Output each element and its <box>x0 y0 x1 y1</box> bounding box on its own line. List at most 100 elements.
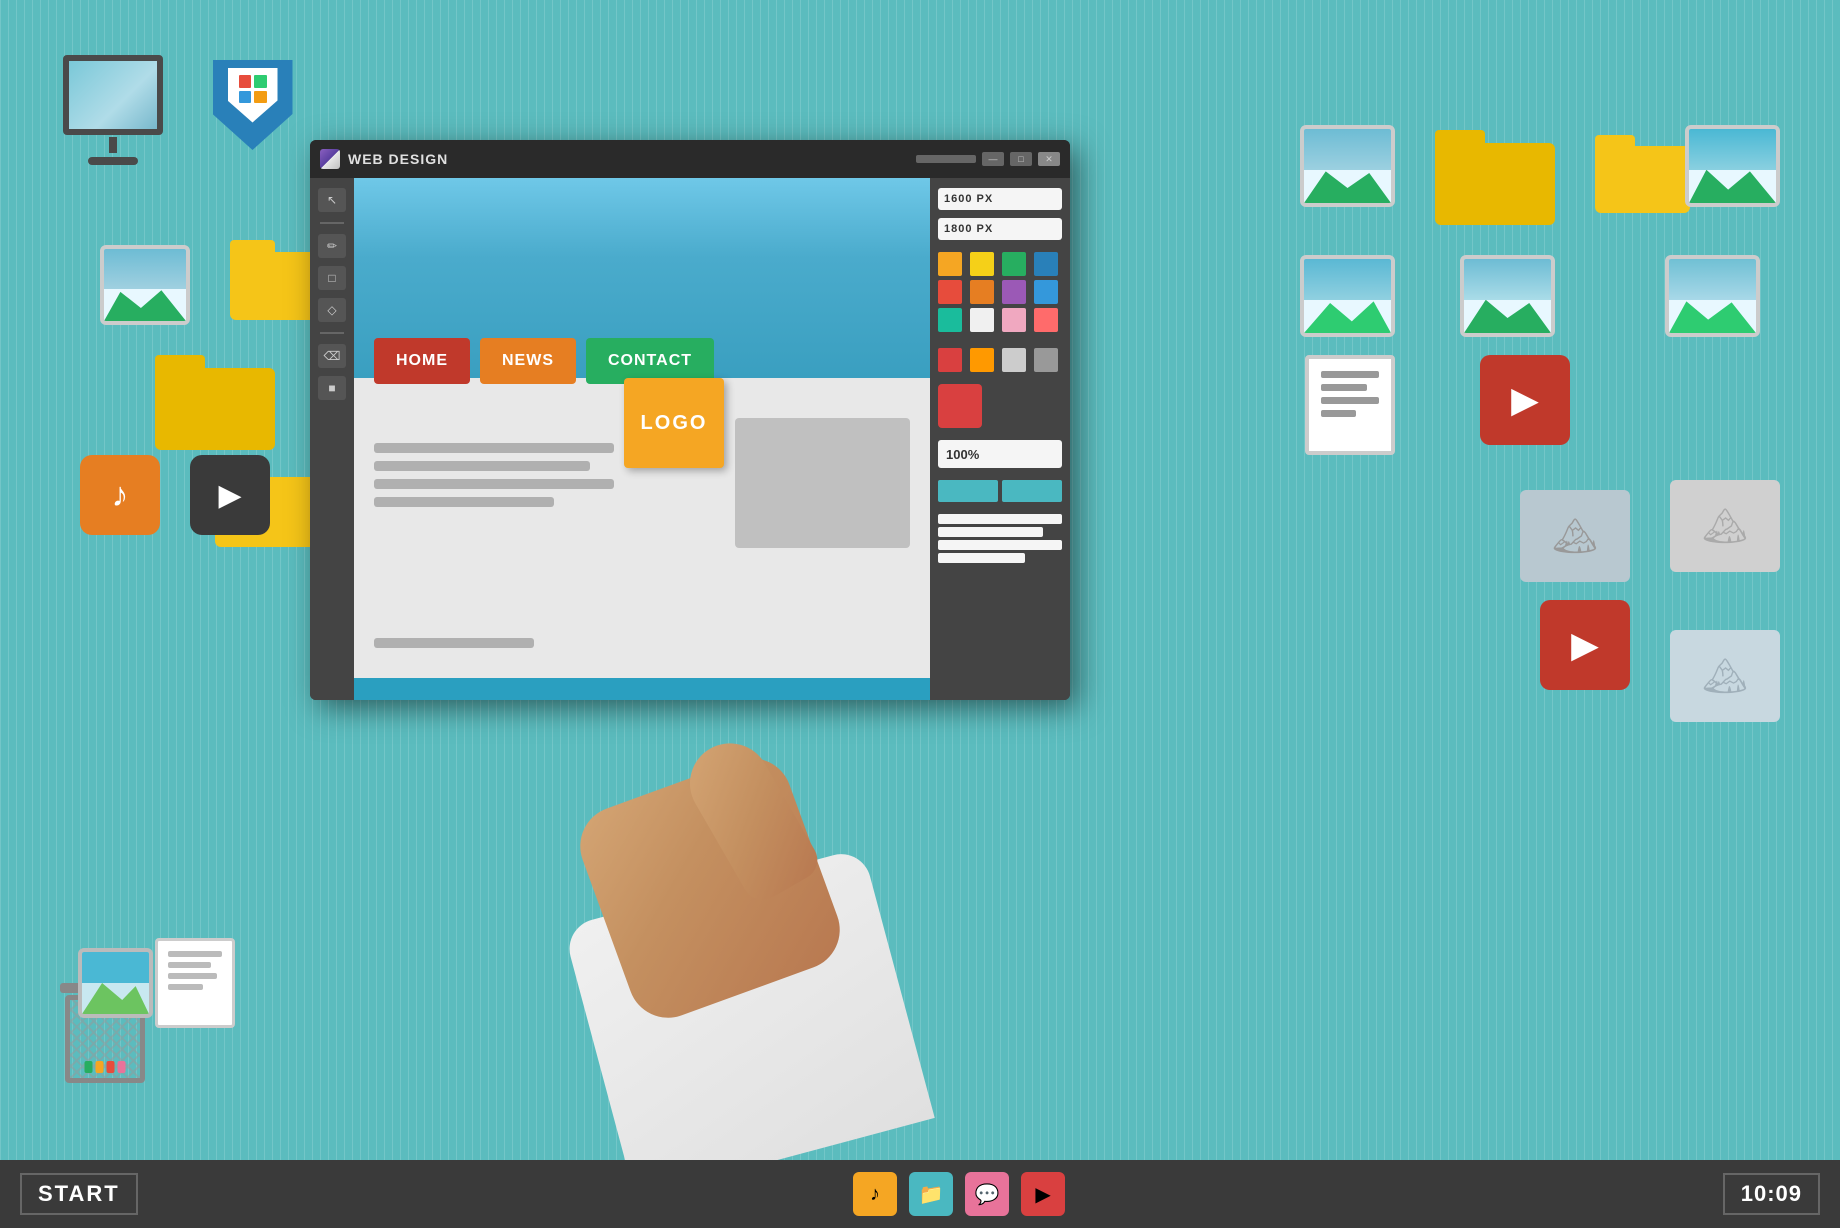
swatch-darkgray[interactable] <box>1034 348 1058 372</box>
canvas-footer <box>354 678 930 700</box>
swatch-yellow[interactable] <box>970 252 994 276</box>
panel-height-field[interactable]: 1800 PX <box>938 218 1062 240</box>
panel-red-swatch-large[interactable] <box>938 384 982 428</box>
desktop-icon-image-right-2[interactable] <box>1685 125 1780 207</box>
swatch-white[interactable] <box>970 308 994 332</box>
desktop-icon-image-right-3[interactable] <box>1300 255 1395 337</box>
trash-color-red <box>107 1061 115 1073</box>
desktop-icon-play-red-1[interactable]: ▶ <box>1480 355 1570 445</box>
toolbar-pencil[interactable]: ✏ <box>318 234 346 258</box>
swatch-amber[interactable] <box>970 348 994 372</box>
swatch-gray[interactable] <box>1002 348 1026 372</box>
desktop-icon-shield[interactable] <box>205 50 300 160</box>
panel-white-bars <box>938 514 1062 563</box>
monitor-stand <box>109 137 117 153</box>
window-right-panel: 1600 PX 1800 PX <box>930 178 1070 700</box>
swatch-teal[interactable] <box>938 308 962 332</box>
trash-color-pink <box>118 1061 126 1073</box>
canvas-gray-block <box>735 418 910 548</box>
hand-sleeve <box>563 847 935 1198</box>
desktop-icon-image-right-4[interactable] <box>1460 255 1555 337</box>
trash-color-orange <box>96 1061 104 1073</box>
taskbar-icon-chat[interactable]: 💬 <box>965 1172 1009 1216</box>
swatch-green[interactable] <box>1002 252 1026 276</box>
swatch-blue[interactable] <box>1034 252 1058 276</box>
toolbar-square-small[interactable]: ■ <box>318 376 346 400</box>
white-bar-4 <box>938 553 1025 563</box>
window-title-icon <box>320 149 340 169</box>
panel-width-field[interactable]: 1600 PX <box>938 188 1062 210</box>
swatch-pink[interactable] <box>1002 308 1026 332</box>
window-control-bar <box>916 155 976 163</box>
maximize-button[interactable]: □ <box>1010 152 1032 166</box>
toolbar-eraser[interactable]: ⌫ <box>318 344 346 368</box>
white-bar-1 <box>938 514 1062 524</box>
nav-news[interactable]: NEWS <box>480 338 576 384</box>
taskbar-icon-folder[interactable]: 📁 <box>909 1172 953 1216</box>
desktop-icon-placeholder-2[interactable]: 🏔 <box>1520 490 1630 582</box>
desktop-icon-folder-right-2[interactable] <box>1595 135 1690 213</box>
swatch-red[interactable] <box>938 280 962 304</box>
desktop-icon-image-2[interactable] <box>78 948 153 1018</box>
panel-teal-box <box>938 480 1062 502</box>
main-window: WEB DESIGN — □ ✕ ↖ ✏ □ ◇ ⌫ ■ 1600 PX 180… <box>310 140 1070 700</box>
panel-zoom[interactable]: 100% <box>938 440 1062 468</box>
panel-color-grid <box>938 252 1062 332</box>
nav-home[interactable]: HOME <box>374 338 470 384</box>
minimize-button[interactable]: — <box>982 152 1004 166</box>
window-left-toolbar: ↖ ✏ □ ◇ ⌫ ■ <box>310 178 354 700</box>
desktop-icon-placeholder-1[interactable]: 🏔 <box>1670 480 1780 572</box>
desktop-icon-folder-2[interactable] <box>155 355 275 450</box>
taskbar: START ♪ 📁 💬 ▶ 10:09 <box>0 1160 1840 1228</box>
window-title: WEB DESIGN <box>348 151 908 167</box>
desktop: ♪ ▶ <box>0 0 1840 1228</box>
start-button[interactable]: START <box>20 1173 138 1215</box>
window-titlebar: WEB DESIGN — □ ✕ <box>310 140 1070 178</box>
toolbar-diamond[interactable]: ◇ <box>318 298 346 322</box>
toolbar-rect[interactable]: □ <box>318 266 346 290</box>
content-lines-left <box>374 443 614 515</box>
swatch-lightblue[interactable] <box>1034 280 1058 304</box>
swatch-salmon[interactable] <box>1034 308 1058 332</box>
shield-windows <box>239 75 267 103</box>
swatch-orange[interactable] <box>938 252 962 276</box>
monitor-base <box>88 157 138 165</box>
toolbar-select[interactable]: ↖ <box>318 188 346 212</box>
trash-colorful <box>85 1061 126 1073</box>
desktop-icon-image-right-1[interactable] <box>1300 125 1395 207</box>
desktop-icon-music[interactable]: ♪ <box>80 455 160 535</box>
swatch-orange2[interactable] <box>970 280 994 304</box>
desktop-icon-play-red-2[interactable]: ▶ <box>1540 600 1630 690</box>
shield-shape <box>213 60 293 150</box>
taskbar-icon-play[interactable]: ▶ <box>1021 1172 1065 1216</box>
close-button[interactable]: ✕ <box>1038 152 1060 166</box>
desktop-icon-image-right-5[interactable] <box>1665 255 1760 337</box>
taskbar-icon-music[interactable]: ♪ <box>853 1172 897 1216</box>
swatch-purple[interactable] <box>1002 280 1026 304</box>
hand-palm <box>569 747 851 1029</box>
swatch-darkred[interactable] <box>938 348 962 372</box>
desktop-icon-placeholder-3[interactable]: 🏔 <box>1670 630 1780 722</box>
toolbar-sep-2 <box>320 332 344 334</box>
taskbar-icons: ♪ 📁 💬 ▶ <box>853 1172 1065 1216</box>
desktop-icon-document-right[interactable] <box>1305 355 1395 455</box>
desktop-icon-play-dark[interactable]: ▶ <box>190 455 270 535</box>
trash-color-green <box>85 1061 93 1073</box>
teal-swatch-1 <box>938 480 998 502</box>
desktop-icon-monitor[interactable] <box>55 55 170 165</box>
hand-finger <box>675 729 824 908</box>
shield-quad-blue <box>239 91 252 104</box>
content-line-bottom <box>374 638 534 648</box>
teal-swatch-2 <box>1002 480 1062 502</box>
logo-sticker[interactable]: LOGO <box>624 378 724 468</box>
white-bar-3 <box>938 540 1062 550</box>
desktop-icon-document[interactable] <box>155 938 235 1028</box>
desktop-icon-image-1[interactable] <box>100 245 190 325</box>
shield-quad-yellow <box>254 91 267 104</box>
hand-overlay <box>580 718 940 1158</box>
window-canvas: HOME NEWS CONTACT LOGO <box>354 178 930 700</box>
desktop-icon-folder-right-1[interactable] <box>1435 130 1555 225</box>
shield-quad-green <box>254 75 267 88</box>
white-bar-2 <box>938 527 1043 537</box>
panel-color-grid-2 <box>938 348 1062 372</box>
